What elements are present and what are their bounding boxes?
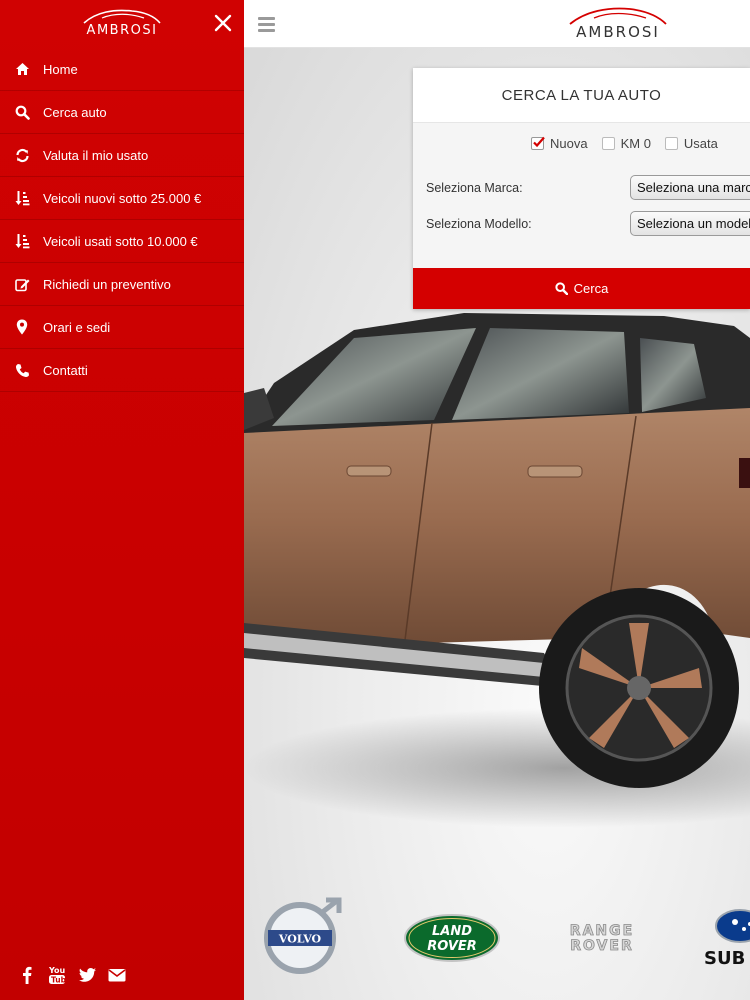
sidebar-item-cerca-auto[interactable]: Cerca auto [0,91,244,134]
header-logo[interactable]: AMBROSI [566,4,670,44]
envelope-icon[interactable] [102,964,132,986]
brand-subaru-text: SUB [704,948,745,969]
sidebar-logo[interactable]: AMBROSI [80,6,164,42]
checkbox-checked-icon [531,136,545,150]
close-menu-button[interactable] [212,12,234,34]
search-panel-title: CERCA LA TUA AUTO [413,68,750,123]
phone-icon [14,362,30,378]
sidebar-item-label: Veicoli usati sotto 10.000 € [43,233,198,249]
close-icon [214,14,232,32]
checkbox-label: Nuova [550,136,588,151]
home-icon [14,61,30,77]
map-marker-icon [14,319,30,335]
refresh-icon [14,147,30,163]
brand-logo-range-rover[interactable]: RANGE ROVER [560,918,644,958]
search-icon [555,282,568,295]
checkbox-unchecked-icon [664,137,678,150]
brand-logo-land-rover[interactable]: LAND ROVER [403,912,501,964]
search-icon [14,104,30,120]
youtube-icon[interactable]: YouTube [42,964,72,986]
sidebar-item-orari-sedi[interactable]: Orari e sedi [0,306,244,349]
sidebar-item-label: Contatti [43,362,88,378]
search-panel: CERCA LA TUA AUTO Nuova KM 0 Usata Selez… [413,68,750,309]
brand-logo-subaru[interactable]: SUB [702,906,750,970]
svg-text:Tube: Tube [51,976,66,985]
social-links: YouTube [12,964,132,986]
side-menu: AMBROSI Home Cerca auto Valuta il mio us… [0,0,244,1000]
sidebar-item-usati-sotto-10000[interactable]: Veicoli usati sotto 10.000 € [0,220,244,263]
sidebar-item-label: Cerca auto [43,104,107,120]
menu-toggle-button[interactable] [258,17,275,32]
brand-land-rover-line2: ROVER [427,939,477,954]
model-select[interactable]: Seleziona un modello [630,211,750,236]
checkbox-unchecked-icon [601,137,615,150]
sidebar-item-nuovi-sotto-25000[interactable]: Veicoli nuovi sotto 25.000 € [0,177,244,220]
sidebar-item-preventivo[interactable]: Richiedi un preventivo [0,263,244,306]
twitter-icon[interactable] [72,964,102,986]
checkbox-label: Usata [683,136,718,151]
svg-text:You: You [48,966,66,975]
search-button-label: Cerca [573,281,609,296]
brand-land-rover-line1: LAND [432,924,472,939]
brand-select[interactable]: Seleziona una marca [630,175,750,200]
sort-amount-icon [14,190,30,206]
search-form: Nuova KM 0 Usata Seleziona Marca: Selezi… [413,123,750,268]
sidebar-item-contatti[interactable]: Contatti [0,349,244,392]
brand-range-rover-line2: ROVER [570,938,633,954]
checkbox-km0[interactable]: KM 0 [601,136,651,151]
search-button[interactable]: Cerca [413,268,750,309]
vehicle-type-options: Nuova KM 0 Usata [531,136,732,151]
facebook-icon[interactable] [12,964,42,986]
header-logo-text: AMBROSI [576,23,660,41]
edit-icon [14,276,30,292]
model-label: Seleziona Modello: [426,217,532,231]
sort-amount-icon [14,233,30,249]
checkbox-usata[interactable]: Usata [664,136,718,151]
sidebar-item-label: Valuta il mio usato [43,147,149,163]
sidebar-item-home[interactable]: Home [0,48,244,91]
checkbox-nuova[interactable]: Nuova [531,136,588,151]
sidebar-nav: Home Cerca auto Valuta il mio usato Veic… [0,48,244,392]
sidebar-item-label: Orari e sedi [43,319,111,335]
brand-range-rover-line1: RANGE [570,923,634,939]
sidebar-item-label: Home [43,61,78,77]
sidebar-item-valuta-usato[interactable]: Valuta il mio usato [0,134,244,177]
brand-volvo-text: VOLVO [278,933,322,946]
checkbox-label: KM 0 [620,136,651,151]
brand-logo-volvo[interactable]: VOLVO [262,896,344,976]
brand-label: Seleziona Marca: [426,181,523,195]
sidebar-logo-text: AMBROSI [86,23,158,38]
top-bar: AMBROSI [244,0,750,48]
sidebar-item-label: Veicoli nuovi sotto 25.000 € [43,190,202,206]
sidebar-item-label: Richiedi un preventivo [43,276,171,292]
